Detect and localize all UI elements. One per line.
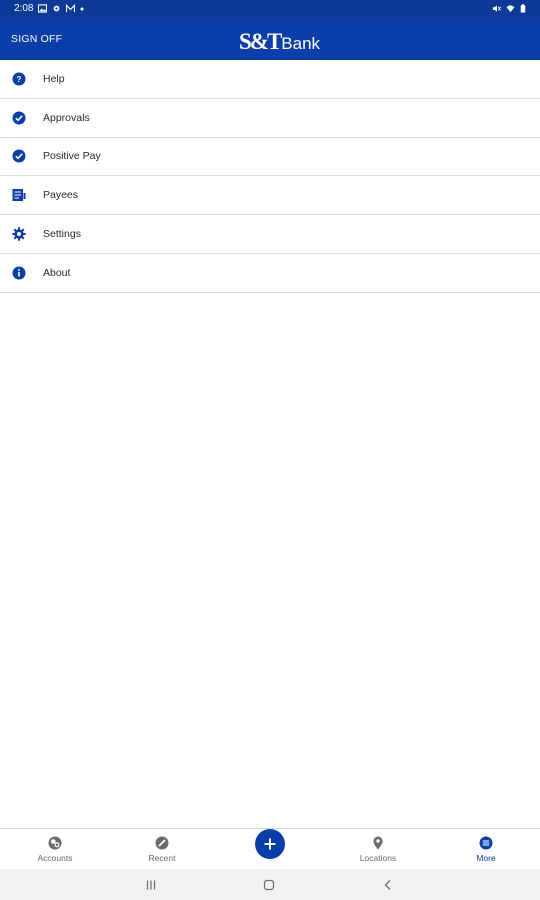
app-header: SIGN OFF S&T Bank	[0, 17, 540, 60]
recents-icon[interactable]	[143, 877, 159, 893]
logo-mark: S&T	[239, 29, 282, 54]
mute-icon	[492, 5, 501, 12]
check-circle-icon	[12, 149, 26, 163]
gear-icon	[54, 5, 60, 12]
more-icon	[479, 836, 493, 850]
nav-label: Accounts	[37, 853, 73, 863]
menu-item-label: Positive Pay	[43, 150, 101, 163]
menu-item-about[interactable]: About	[0, 254, 540, 293]
status-left: 2:08	[14, 3, 84, 14]
menu-item-label: Settings	[43, 228, 81, 241]
nav-item-more[interactable]: More	[466, 829, 506, 870]
system-nav-bar	[0, 869, 540, 900]
gear-icon	[12, 227, 26, 241]
menu-item-settings[interactable]: Settings	[0, 215, 540, 254]
status-right	[492, 4, 526, 13]
logo-word: Bank	[281, 34, 321, 53]
nav-label: More	[476, 853, 496, 863]
more-menu-list: ? Help Approvals Positive Pay Payees Set…	[0, 60, 540, 293]
plus-icon	[264, 838, 276, 850]
menu-item-label: Approvals	[43, 111, 90, 124]
sign-off-button[interactable]: SIGN OFF	[11, 17, 62, 60]
menu-item-label: Help	[43, 72, 65, 85]
help-icon: ?	[12, 72, 26, 86]
status-time: 2:08	[14, 3, 34, 14]
payees-list-icon	[12, 188, 26, 202]
add-fab-button[interactable]	[255, 829, 285, 859]
nav-item-recent[interactable]: Recent	[140, 829, 184, 870]
menu-item-approvals[interactable]: Approvals	[0, 99, 540, 138]
svg-text:?: ?	[17, 75, 22, 84]
nav-label: Recent	[148, 853, 176, 863]
bank-logo: S&T Bank	[239, 25, 320, 53]
mail-icon	[66, 4, 76, 13]
menu-item-payees[interactable]: Payees	[0, 176, 540, 216]
battery-icon	[520, 4, 526, 13]
check-circle-icon	[12, 111, 26, 125]
menu-item-label: About	[43, 266, 71, 279]
menu-item-label: Payees	[43, 189, 79, 202]
menu-item-help[interactable]: ? Help	[0, 60, 540, 99]
wifi-icon	[506, 5, 515, 13]
nav-label: Locations	[359, 853, 397, 863]
recent-icon	[155, 836, 169, 850]
image-icon	[38, 4, 48, 13]
dot-icon	[80, 7, 84, 10]
location-pin-icon	[373, 836, 383, 850]
menu-item-positive-pay[interactable]: Positive Pay	[0, 138, 540, 177]
nav-item-accounts[interactable]: Accounts	[30, 829, 80, 870]
accounts-icon	[48, 836, 62, 850]
bottom-nav: Accounts Recent Locations More	[0, 828, 540, 869]
info-icon	[12, 266, 26, 280]
back-icon[interactable]	[380, 877, 396, 893]
nav-item-locations[interactable]: Locations	[352, 829, 404, 870]
home-icon[interactable]	[261, 877, 277, 893]
status-bar: 2:08	[0, 0, 540, 17]
